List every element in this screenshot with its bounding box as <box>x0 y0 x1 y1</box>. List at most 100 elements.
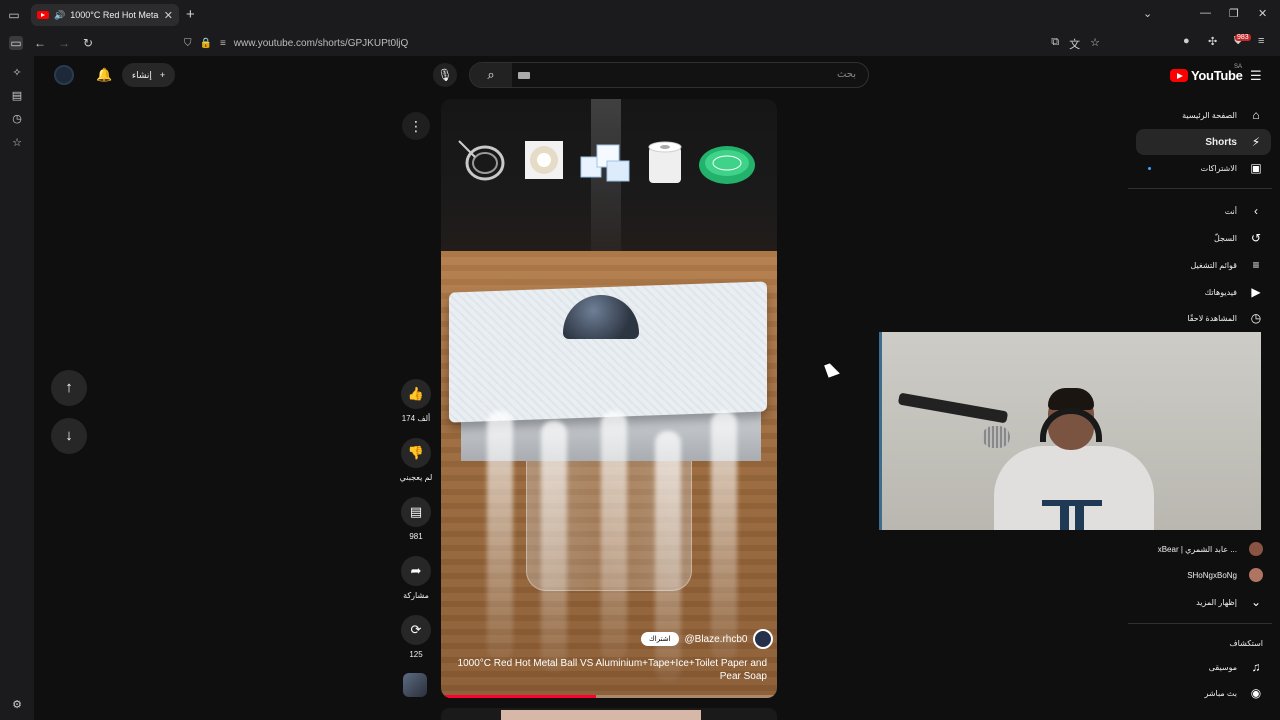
channel-row: اشتراك @Blaze.rhcb0 <box>641 629 774 649</box>
short-title[interactable]: 1000°C Red Hot Metal Ball VS Aluminium+T… <box>453 657 767 683</box>
dislike-action[interactable]: 👎 لم يعجبني <box>398 438 434 482</box>
next-short-button[interactable]: ↓ <box>51 418 87 454</box>
shorts-icon: ⚡ <box>1251 135 1261 149</box>
remix-action[interactable]: ⟳ 125 <box>398 615 434 659</box>
address-bar[interactable]: ⛉ 🔒 ≡ www.youtube.com/shorts/GPJKUPt0ljQ <box>176 33 1102 53</box>
thumbs-down-icon[interactable]: 👎 <box>401 438 431 468</box>
search-icon[interactable]: ⌕ <box>470 63 512 87</box>
share-arrow-icon[interactable]: ➦ <box>401 556 431 586</box>
subscription-name: SHoNgxBoNg <box>1187 570 1237 580</box>
comments-action[interactable]: ▤ 981 <box>398 497 434 541</box>
create-button[interactable]: إنشاء + <box>122 63 175 87</box>
subscriptions-icon: ▣ <box>1250 161 1262 175</box>
microphone <box>982 426 1010 448</box>
sidebar-item-home[interactable]: الصفحة الرئيسية ⌂ <box>1136 102 1271 128</box>
url-text[interactable]: www.youtube.com/shorts/GPJKUPt0ljQ <box>234 38 409 49</box>
next-short-preview[interactable] <box>441 708 777 720</box>
sidebar-item-your-videos[interactable]: فيديوهاتك ▶ <box>1136 279 1271 305</box>
sidebar-item-label: الصفحة الرئيسية <box>1182 110 1237 120</box>
translate-icon[interactable]: 文 <box>1069 36 1080 52</box>
sidebar-item-playlists[interactable]: قوائم التشغيل ≡ <box>1136 252 1271 278</box>
sidebar-toggle-icon[interactable]: ▭ <box>9 36 23 50</box>
comment-icon[interactable]: ▤ <box>401 497 431 527</box>
sidebar-item-label: بث مباشر <box>1204 688 1237 698</box>
channel-avatar <box>1249 542 1263 556</box>
remix-icon[interactable]: ⟳ <box>401 615 431 645</box>
sidebar-item-live[interactable]: بث مباشر ◉ <box>1136 680 1271 706</box>
subscription-name: xBear | عابد الشمري ... <box>1157 544 1237 554</box>
sidebar-item-label: قوائم التشغيل <box>1190 260 1238 270</box>
sidebar-item-history[interactable]: السجلّ ↺ <box>1136 225 1271 251</box>
picture-in-picture-icon[interactable]: ⧉ <box>1051 36 1059 52</box>
sidebar-item-watch-later[interactable]: المشاهدة لاحقًا ◷ <box>1136 305 1271 331</box>
streamer <box>994 388 1154 530</box>
sidebar-item-music[interactable]: موسيقى ♫ <box>1136 654 1271 680</box>
subscribe-button[interactable]: اشتراك <box>641 632 679 646</box>
channel-name[interactable]: @Blaze.rhcb0 <box>685 634 748 645</box>
notifications-bell-icon[interactable]: 🔔 <box>96 67 112 83</box>
divider <box>1128 188 1272 189</box>
new-tab-button[interactable]: + <box>186 6 195 23</box>
progress-bar[interactable] <box>441 695 777 698</box>
extensions-puzzle-icon[interactable]: ✣ <box>1208 35 1217 48</box>
chevron-down-icon: ⌄ <box>1250 595 1262 609</box>
browser-tab-active[interactable]: 🔊 1000°C Red Hot Metal Ball ✕ <box>31 4 179 26</box>
sidebar-section-explore: استكشاف <box>1136 630 1271 656</box>
shield-icon[interactable]: ⛉ <box>184 38 192 49</box>
section-heading: أنت <box>1224 206 1237 216</box>
dislike-label: لم يعجبني <box>399 473 433 482</box>
settings-gear-icon[interactable]: ⚙ <box>10 698 24 712</box>
previous-short-button[interactable]: ↑ <box>51 370 87 406</box>
maximize-button[interactable]: ❐ <box>1229 7 1239 20</box>
keyboard-icon[interactable] <box>518 72 530 79</box>
ai-sparkle-icon[interactable]: ✧ <box>10 66 24 80</box>
minimize-button[interactable]: — <box>1200 7 1211 19</box>
history-clock-icon[interactable]: ◷ <box>10 112 24 126</box>
lock-icon[interactable]: 🔒 <box>200 38 212 49</box>
sidebar-item-label: الاشتراكات <box>1200 163 1237 173</box>
tab-list-icon[interactable]: ▭ <box>6 7 22 23</box>
sidebar-subscription-1[interactable]: xBear | عابد الشمري ... <box>1136 536 1271 562</box>
sidebar-show-more[interactable]: إظهار المزيد ⌄ <box>1136 589 1271 615</box>
hamburger-menu-icon[interactable]: ☰ <box>1250 68 1262 84</box>
more-options-icon[interactable]: ⋮ <box>402 112 430 140</box>
like-count: 174 ألف <box>401 414 431 423</box>
reload-icon[interactable]: ↻ <box>81 36 95 50</box>
search-input[interactable]: بحث <box>837 69 856 80</box>
youtube-play-icon <box>1170 69 1188 82</box>
favorites-star-icon[interactable]: ☆ <box>10 136 24 150</box>
search-box[interactable]: ⌕ بحث <box>469 62 869 88</box>
like-action[interactable]: 👍 174 ألف <box>398 379 434 423</box>
bookmark-star-icon[interactable]: ☆ <box>1090 36 1100 52</box>
chevron-left-icon: ‹ <box>1254 204 1258 218</box>
progress-fill <box>441 695 596 698</box>
extension-badge: 983 <box>1235 34 1251 41</box>
youtube-logo[interactable]: YouTube SA <box>1170 64 1243 83</box>
tab-search-icon[interactable]: ⌄ <box>1143 7 1152 20</box>
channel-avatar[interactable] <box>753 629 774 649</box>
permissions-icon[interactable]: ≡ <box>220 38 226 49</box>
music-note-icon: ♫ <box>1251 660 1261 674</box>
account-avatar-icon[interactable]: ● <box>1183 35 1190 47</box>
speaker-icon[interactable]: 🔊 <box>54 10 65 21</box>
sidebar-item-label: Shorts <box>1205 136 1237 148</box>
account-avatar[interactable] <box>54 65 74 85</box>
share-action[interactable]: ➦ مشاركة <box>398 556 434 600</box>
sidebar-subscription-2[interactable]: SHoNgxBoNg <box>1136 562 1271 588</box>
collections-icon[interactable]: ▤ <box>10 89 24 103</box>
voice-search-icon[interactable]: 🎙 <box>433 63 457 87</box>
browser-menu-icon[interactable]: ≡ <box>1258 35 1264 47</box>
sidebar-item-subscriptions[interactable]: الاشتراكات ▣ <box>1136 155 1271 181</box>
sidebar-section-you[interactable]: أنت ‹ <box>1136 198 1271 224</box>
close-window-button[interactable]: ✕ <box>1258 7 1267 20</box>
back-arrow-icon[interactable]: ← <box>33 36 47 50</box>
smoke-trail <box>487 411 513 661</box>
sidebar-item-label: موسيقى <box>1208 662 1237 672</box>
forward-arrow-icon[interactable]: → <box>57 36 71 50</box>
sound-thumbnail[interactable] <box>403 673 427 697</box>
sidebar-item-shorts[interactable]: Shorts ⚡ <box>1136 129 1271 155</box>
smoke-trail <box>541 421 567 671</box>
close-tab-icon[interactable]: ✕ <box>164 9 173 22</box>
thumbs-up-icon[interactable]: 👍 <box>401 379 431 409</box>
short-video-player[interactable]: اشتراك @Blaze.rhcb0 1000°C Red Hot Metal… <box>441 99 777 698</box>
